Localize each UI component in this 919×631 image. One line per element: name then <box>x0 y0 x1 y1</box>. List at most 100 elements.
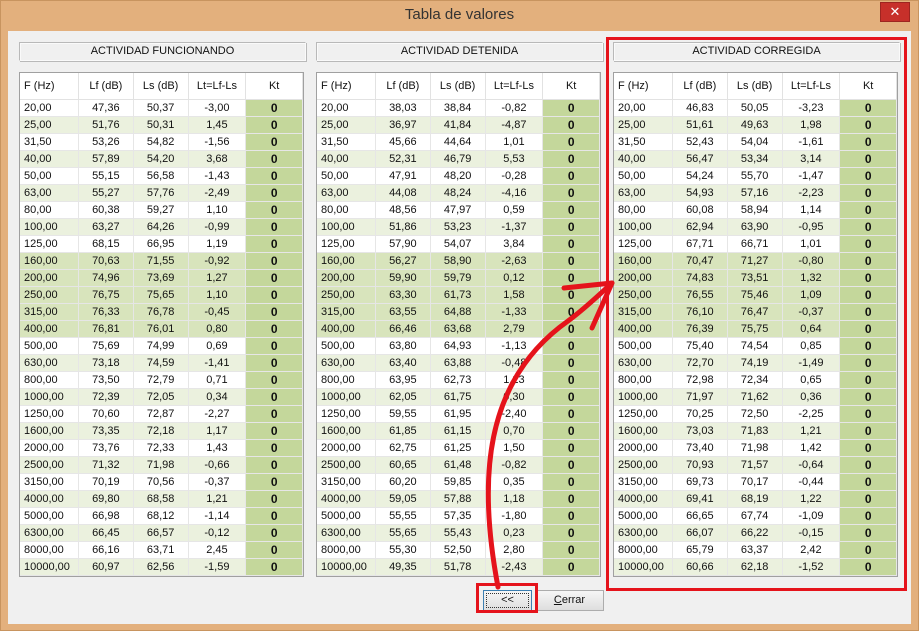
table-row[interactable]: 800,00 72,98 72,34 0,65 0 <box>614 371 897 389</box>
table-row[interactable]: 4000,00 69,80 68,58 1,21 0 <box>20 490 303 508</box>
table-row[interactable]: 10000,00 49,35 51,78 -2,43 0 <box>317 558 600 576</box>
table-row[interactable]: 40,00 57,89 54,20 3,68 0 <box>20 150 303 168</box>
table-row[interactable]: 2000,00 73,40 71,98 1,42 0 <box>614 439 897 457</box>
table-row[interactable]: 1600,00 61,85 61,15 0,70 0 <box>317 422 600 440</box>
table-row[interactable]: 1600,00 73,03 71,83 1,21 0 <box>614 422 897 440</box>
table-row[interactable]: 2500,00 60,65 61,48 -0,82 0 <box>317 456 600 474</box>
table-row[interactable]: 1000,00 71,97 71,62 0,36 0 <box>614 388 897 406</box>
table-row[interactable]: 25,00 51,61 49,63 1,98 0 <box>614 116 897 134</box>
table-row[interactable]: 500,00 75,40 74,54 0,85 0 <box>614 337 897 355</box>
table-row[interactable]: 3150,00 70,19 70,56 -0,37 0 <box>20 473 303 491</box>
values-grid[interactable]: F (Hz) Lf (dB) Ls (dB) Lt=Lf-Ls Kt 20,00 46,83… <box>613 72 898 577</box>
back-button[interactable]: << <box>483 590 532 611</box>
table-row[interactable]: 1250,00 70,25 72,50 -2,25 0 <box>614 405 897 423</box>
table-row[interactable]: 63,00 44,08 48,24 -4,16 0 <box>317 184 600 202</box>
table-row[interactable]: 10000,00 60,66 62,18 -1,52 0 <box>614 558 897 576</box>
table-row[interactable]: 80,00 60,38 59,27 1,10 0 <box>20 201 303 219</box>
title-bar[interactable]: Tabla de valores ✕ <box>1 1 918 31</box>
table-row[interactable]: 100,00 62,94 63,90 -0,95 0 <box>614 218 897 236</box>
column-header[interactable]: Lf (dB) <box>78 73 134 100</box>
table-row[interactable]: 125,00 67,71 66,71 1,01 0 <box>614 235 897 253</box>
table-row[interactable]: 250,00 63,30 61,73 1,58 0 <box>317 286 600 304</box>
table-row[interactable]: 63,00 54,93 57,16 -2,23 0 <box>614 184 897 202</box>
table-row[interactable]: 40,00 52,31 46,79 5,53 0 <box>317 150 600 168</box>
table-row[interactable]: 200,00 74,96 73,69 1,27 0 <box>20 269 303 287</box>
table-row[interactable]: 315,00 76,33 76,78 -0,45 0 <box>20 303 303 321</box>
table-row[interactable]: 31,50 45,66 44,64 1,01 0 <box>317 133 600 151</box>
table-row[interactable]: 5000,00 66,65 67,74 -1,09 0 <box>614 507 897 525</box>
table-row[interactable]: 800,00 63,95 62,73 1,23 0 <box>317 371 600 389</box>
column-header[interactable]: Kt <box>839 73 897 100</box>
column-header[interactable]: Kt <box>245 73 303 100</box>
column-header[interactable]: Lt=Lf-Ls <box>188 73 247 100</box>
column-header[interactable]: Ls (dB) <box>133 73 189 100</box>
table-row[interactable]: 1000,00 62,05 61,75 0,30 0 <box>317 388 600 406</box>
table-row[interactable]: 5000,00 66,98 68,12 -1,14 0 <box>20 507 303 525</box>
column-header[interactable]: Ls (dB) <box>430 73 486 100</box>
table-row[interactable]: 2000,00 73,76 72,33 1,43 0 <box>20 439 303 457</box>
table-row[interactable]: 25,00 51,76 50,31 1,45 0 <box>20 116 303 134</box>
table-row[interactable]: 4000,00 59,05 57,88 1,18 0 <box>317 490 600 508</box>
table-row[interactable]: 8000,00 65,79 63,37 2,42 0 <box>614 541 897 559</box>
table-row[interactable]: 100,00 63,27 64,26 -0,99 0 <box>20 218 303 236</box>
table-row[interactable]: 125,00 57,90 54,07 3,84 0 <box>317 235 600 253</box>
table-row[interactable]: 6300,00 66,07 66,22 -0,15 0 <box>614 524 897 542</box>
table-row[interactable]: 160,00 70,63 71,55 -0,92 0 <box>20 252 303 270</box>
table-row[interactable]: 31,50 52,43 54,04 -1,61 0 <box>614 133 897 151</box>
column-header[interactable]: Lt=Lf-Ls <box>782 73 841 100</box>
table-row[interactable]: 250,00 76,75 75,65 1,10 0 <box>20 286 303 304</box>
table-row[interactable]: 3150,00 69,73 70,17 -0,44 0 <box>614 473 897 491</box>
table-row[interactable]: 160,00 70,47 71,27 -0,80 0 <box>614 252 897 270</box>
column-header[interactable]: F (Hz) <box>614 73 673 100</box>
table-row[interactable]: 8000,00 55,30 52,50 2,80 0 <box>317 541 600 559</box>
table-row[interactable]: 500,00 75,69 74,99 0,69 0 <box>20 337 303 355</box>
table-row[interactable]: 315,00 63,55 64,88 -1,33 0 <box>317 303 600 321</box>
table-row[interactable]: 400,00 76,81 76,01 0,80 0 <box>20 320 303 338</box>
table-row[interactable]: 20,00 46,83 50,05 -3,23 0 <box>614 99 897 117</box>
table-row[interactable]: 250,00 76,55 75,46 1,09 0 <box>614 286 897 304</box>
table-row[interactable]: 100,00 51,86 53,23 -1,37 0 <box>317 218 600 236</box>
table-row[interactable]: 80,00 60,08 58,94 1,14 0 <box>614 201 897 219</box>
table-row[interactable]: 5000,00 55,55 57,35 -1,80 0 <box>317 507 600 525</box>
table-row[interactable]: 20,00 47,36 50,37 -3,00 0 <box>20 99 303 117</box>
table-row[interactable]: 1000,00 72,39 72,05 0,34 0 <box>20 388 303 406</box>
column-header[interactable]: F (Hz) <box>20 73 79 100</box>
table-row[interactable]: 20,00 38,03 38,84 -0,82 0 <box>317 99 600 117</box>
table-row[interactable]: 500,00 63,80 64,93 -1,13 0 <box>317 337 600 355</box>
table-row[interactable]: 630,00 73,18 74,59 -1,41 0 <box>20 354 303 372</box>
table-row[interactable]: 40,00 56,47 53,34 3,14 0 <box>614 150 897 168</box>
table-row[interactable]: 2000,00 62,75 61,25 1,50 0 <box>317 439 600 457</box>
table-row[interactable]: 2500,00 70,93 71,57 -0,64 0 <box>614 456 897 474</box>
table-row[interactable]: 1250,00 70,60 72,87 -2,27 0 <box>20 405 303 423</box>
close-window-button[interactable]: ✕ <box>880 2 910 22</box>
column-header[interactable]: Lf (dB) <box>672 73 728 100</box>
table-row[interactable]: 630,00 63,40 63,88 -0,48 0 <box>317 354 600 372</box>
table-row[interactable]: 50,00 47,91 48,20 -0,28 0 <box>317 167 600 185</box>
table-row[interactable]: 160,00 56,27 58,90 -2,63 0 <box>317 252 600 270</box>
table-row[interactable]: 125,00 68,15 66,95 1,19 0 <box>20 235 303 253</box>
table-row[interactable]: 50,00 54,24 55,70 -1,47 0 <box>614 167 897 185</box>
table-row[interactable]: 400,00 76,39 75,75 0,64 0 <box>614 320 897 338</box>
table-row[interactable]: 8000,00 66,16 63,71 2,45 0 <box>20 541 303 559</box>
table-row[interactable]: 6300,00 55,65 55,43 0,23 0 <box>317 524 600 542</box>
values-grid[interactable]: F (Hz) Lf (dB) Ls (dB) Lt=Lf-Ls Kt 20,00 47,36… <box>19 72 304 577</box>
table-row[interactable]: 31,50 53,26 54,82 -1,56 0 <box>20 133 303 151</box>
table-row[interactable]: 315,00 76,10 76,47 -0,37 0 <box>614 303 897 321</box>
column-header[interactable]: Lt=Lf-Ls <box>485 73 544 100</box>
table-row[interactable]: 1600,00 73,35 72,18 1,17 0 <box>20 422 303 440</box>
table-row[interactable]: 800,00 73,50 72,79 0,71 0 <box>20 371 303 389</box>
table-row[interactable]: 10000,00 60,97 62,56 -1,59 0 <box>20 558 303 576</box>
table-row[interactable]: 50,00 55,15 56,58 -1,43 0 <box>20 167 303 185</box>
close-button[interactable]: Cerrar <box>535 590 604 611</box>
table-row[interactable]: 4000,00 69,41 68,19 1,22 0 <box>614 490 897 508</box>
column-header[interactable]: F (Hz) <box>317 73 376 100</box>
table-row[interactable]: 2500,00 71,32 71,98 -0,66 0 <box>20 456 303 474</box>
table-row[interactable]: 63,00 55,27 57,76 -2,49 0 <box>20 184 303 202</box>
table-row[interactable]: 630,00 72,70 74,19 -1,49 0 <box>614 354 897 372</box>
table-row[interactable]: 6300,00 66,45 66,57 -0,12 0 <box>20 524 303 542</box>
column-header[interactable]: Lf (dB) <box>375 73 431 100</box>
values-grid[interactable]: F (Hz) Lf (dB) Ls (dB) Lt=Lf-Ls Kt 20,00 38,03… <box>316 72 601 577</box>
table-row[interactable]: 200,00 74,83 73,51 1,32 0 <box>614 269 897 287</box>
table-row[interactable]: 200,00 59,90 59,79 0,12 0 <box>317 269 600 287</box>
table-row[interactable]: 1250,00 59,55 61,95 -2,40 0 <box>317 405 600 423</box>
